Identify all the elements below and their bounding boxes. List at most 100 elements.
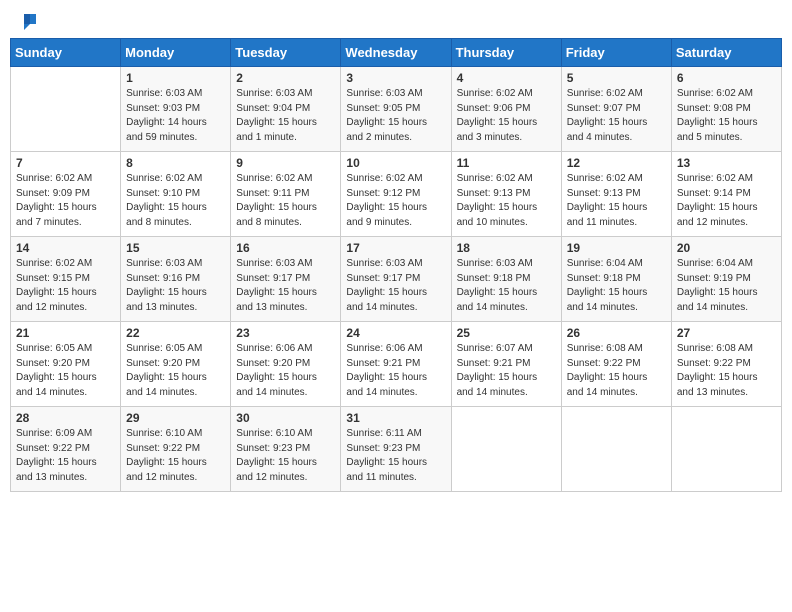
calendar-cell: 23 Sunrise: 6:06 AM Sunset: 9:20 PM Dayli…	[231, 322, 341, 407]
cell-content: Sunrise: 6:03 AM Sunset: 9:05 PM Dayligh…	[346, 87, 445, 145]
calendar-cell	[561, 407, 671, 492]
day-number: 28	[16, 411, 115, 425]
cell-content: Sunrise: 6:02 AM Sunset: 9:13 PM Dayligh…	[457, 172, 556, 230]
day-header-sunday: Sunday	[11, 39, 121, 67]
day-header-wednesday: Wednesday	[341, 39, 451, 67]
calendar-cell: 16 Sunrise: 6:03 AM Sunset: 9:17 PM Dayli…	[231, 237, 341, 322]
calendar-header-row: SundayMondayTuesdayWednesdayThursdayFrid…	[11, 39, 782, 67]
cell-content: Sunrise: 6:02 AM Sunset: 9:07 PM Dayligh…	[567, 87, 666, 145]
calendar-cell	[451, 407, 561, 492]
calendar-cell: 13 Sunrise: 6:02 AM Sunset: 9:14 PM Dayli…	[671, 152, 781, 237]
day-number: 30	[236, 411, 335, 425]
calendar-cell: 3Sunrise: 6:03 AM Sunset: 9:05 PM Daylig…	[341, 67, 451, 152]
cell-content: Sunrise: 6:02 AM Sunset: 9:14 PM Dayligh…	[677, 172, 776, 230]
calendar-cell: 19 Sunrise: 6:04 AM Sunset: 9:18 PM Dayli…	[561, 237, 671, 322]
day-number: 2	[236, 71, 335, 85]
day-number: 23	[236, 326, 335, 340]
calendar-cell: 12 Sunrise: 6:02 AM Sunset: 9:13 PM Dayli…	[561, 152, 671, 237]
cell-content: Sunrise: 6:02 AM Sunset: 9:06 PM Dayligh…	[457, 87, 556, 145]
day-number: 12	[567, 156, 666, 170]
day-number: 14	[16, 241, 115, 255]
day-number: 26	[567, 326, 666, 340]
calendar-week-row: 7 Sunrise: 6:02 AM Sunset: 9:09 PM Daylig…	[11, 152, 782, 237]
calendar-cell: 22 Sunrise: 6:05 AM Sunset: 9:20 PM Dayli…	[121, 322, 231, 407]
cell-content: Sunrise: 6:05 AM Sunset: 9:20 PM Dayligh…	[126, 342, 225, 400]
day-number: 27	[677, 326, 776, 340]
calendar-cell: 26 Sunrise: 6:08 AM Sunset: 9:22 PM Dayli…	[561, 322, 671, 407]
cell-content: Sunrise: 6:02 AM Sunset: 9:08 PM Dayligh…	[677, 87, 776, 145]
calendar-cell: 11 Sunrise: 6:02 AM Sunset: 9:13 PM Dayli…	[451, 152, 561, 237]
calendar-week-row: 21 Sunrise: 6:05 AM Sunset: 9:20 PM Dayli…	[11, 322, 782, 407]
cell-content: Sunrise: 6:02 AM Sunset: 9:09 PM Dayligh…	[16, 172, 115, 230]
cell-content: Sunrise: 6:03 AM Sunset: 9:03 PM Dayligh…	[126, 87, 225, 145]
day-number: 1	[126, 71, 225, 85]
calendar-cell: 2 Sunrise: 6:03 AM Sunset: 9:04 PM Daylig…	[231, 67, 341, 152]
calendar-cell: 27 Sunrise: 6:08 AM Sunset: 9:22 PM Dayli…	[671, 322, 781, 407]
day-number: 13	[677, 156, 776, 170]
day-number: 22	[126, 326, 225, 340]
logo	[14, 10, 38, 32]
day-number: 4	[457, 71, 556, 85]
calendar-cell: 21 Sunrise: 6:05 AM Sunset: 9:20 PM Dayli…	[11, 322, 121, 407]
day-number: 6	[677, 71, 776, 85]
calendar-cell: 4 Sunrise: 6:02 AM Sunset: 9:06 PM Daylig…	[451, 67, 561, 152]
calendar-table: SundayMondayTuesdayWednesdayThursdayFrid…	[10, 38, 782, 492]
day-number: 11	[457, 156, 556, 170]
calendar-cell	[11, 67, 121, 152]
cell-content: Sunrise: 6:08 AM Sunset: 9:22 PM Dayligh…	[677, 342, 776, 400]
cell-content: Sunrise: 6:10 AM Sunset: 9:23 PM Dayligh…	[236, 427, 335, 485]
cell-content: Sunrise: 6:02 AM Sunset: 9:10 PM Dayligh…	[126, 172, 225, 230]
logo-icon	[16, 10, 38, 32]
day-number: 9	[236, 156, 335, 170]
cell-content: Sunrise: 6:11 AM Sunset: 9:23 PM Dayligh…	[346, 427, 445, 485]
calendar-cell: 15 Sunrise: 6:03 AM Sunset: 9:16 PM Dayli…	[121, 237, 231, 322]
day-number: 17	[346, 241, 445, 255]
calendar-cell	[671, 407, 781, 492]
cell-content: Sunrise: 6:05 AM Sunset: 9:20 PM Dayligh…	[16, 342, 115, 400]
calendar-cell: 9 Sunrise: 6:02 AM Sunset: 9:11 PM Daylig…	[231, 152, 341, 237]
day-number: 15	[126, 241, 225, 255]
cell-content: Sunrise: 6:09 AM Sunset: 9:22 PM Dayligh…	[16, 427, 115, 485]
calendar-cell: 7 Sunrise: 6:02 AM Sunset: 9:09 PM Daylig…	[11, 152, 121, 237]
page-header	[10, 10, 782, 32]
calendar-cell: 6 Sunrise: 6:02 AM Sunset: 9:08 PM Daylig…	[671, 67, 781, 152]
cell-content: Sunrise: 6:03 AM Sunset: 9:16 PM Dayligh…	[126, 257, 225, 315]
day-header-tuesday: Tuesday	[231, 39, 341, 67]
calendar-cell: 30 Sunrise: 6:10 AM Sunset: 9:23 PM Dayli…	[231, 407, 341, 492]
day-number: 16	[236, 241, 335, 255]
calendar-cell: 1 Sunrise: 6:03 AM Sunset: 9:03 PM Daylig…	[121, 67, 231, 152]
cell-content: Sunrise: 6:10 AM Sunset: 9:22 PM Dayligh…	[126, 427, 225, 485]
day-number: 5	[567, 71, 666, 85]
calendar-week-row: 1 Sunrise: 6:03 AM Sunset: 9:03 PM Daylig…	[11, 67, 782, 152]
cell-content: Sunrise: 6:03 AM Sunset: 9:17 PM Dayligh…	[346, 257, 445, 315]
day-number: 21	[16, 326, 115, 340]
cell-content: Sunrise: 6:06 AM Sunset: 9:21 PM Dayligh…	[346, 342, 445, 400]
calendar-cell: 18 Sunrise: 6:03 AM Sunset: 9:18 PM Dayli…	[451, 237, 561, 322]
cell-content: Sunrise: 6:02 AM Sunset: 9:15 PM Dayligh…	[16, 257, 115, 315]
cell-content: Sunrise: 6:04 AM Sunset: 9:19 PM Dayligh…	[677, 257, 776, 315]
day-number: 8	[126, 156, 225, 170]
cell-content: Sunrise: 6:04 AM Sunset: 9:18 PM Dayligh…	[567, 257, 666, 315]
cell-content: Sunrise: 6:03 AM Sunset: 9:18 PM Dayligh…	[457, 257, 556, 315]
day-number: 10	[346, 156, 445, 170]
calendar-cell: 31Sunrise: 6:11 AM Sunset: 9:23 PM Dayli…	[341, 407, 451, 492]
cell-content: Sunrise: 6:03 AM Sunset: 9:04 PM Dayligh…	[236, 87, 335, 145]
day-header-friday: Friday	[561, 39, 671, 67]
calendar-cell: 29 Sunrise: 6:10 AM Sunset: 9:22 PM Dayli…	[121, 407, 231, 492]
day-header-saturday: Saturday	[671, 39, 781, 67]
cell-content: Sunrise: 6:06 AM Sunset: 9:20 PM Dayligh…	[236, 342, 335, 400]
day-number: 24	[346, 326, 445, 340]
calendar-cell: 25 Sunrise: 6:07 AM Sunset: 9:21 PM Dayli…	[451, 322, 561, 407]
cell-content: Sunrise: 6:02 AM Sunset: 9:13 PM Dayligh…	[567, 172, 666, 230]
day-number: 25	[457, 326, 556, 340]
calendar-cell: 28 Sunrise: 6:09 AM Sunset: 9:22 PM Dayli…	[11, 407, 121, 492]
cell-content: Sunrise: 6:03 AM Sunset: 9:17 PM Dayligh…	[236, 257, 335, 315]
cell-content: Sunrise: 6:07 AM Sunset: 9:21 PM Dayligh…	[457, 342, 556, 400]
day-number: 29	[126, 411, 225, 425]
cell-content: Sunrise: 6:02 AM Sunset: 9:11 PM Dayligh…	[236, 172, 335, 230]
day-number: 7	[16, 156, 115, 170]
cell-content: Sunrise: 6:08 AM Sunset: 9:22 PM Dayligh…	[567, 342, 666, 400]
calendar-cell: 5 Sunrise: 6:02 AM Sunset: 9:07 PM Daylig…	[561, 67, 671, 152]
day-number: 18	[457, 241, 556, 255]
day-number: 19	[567, 241, 666, 255]
